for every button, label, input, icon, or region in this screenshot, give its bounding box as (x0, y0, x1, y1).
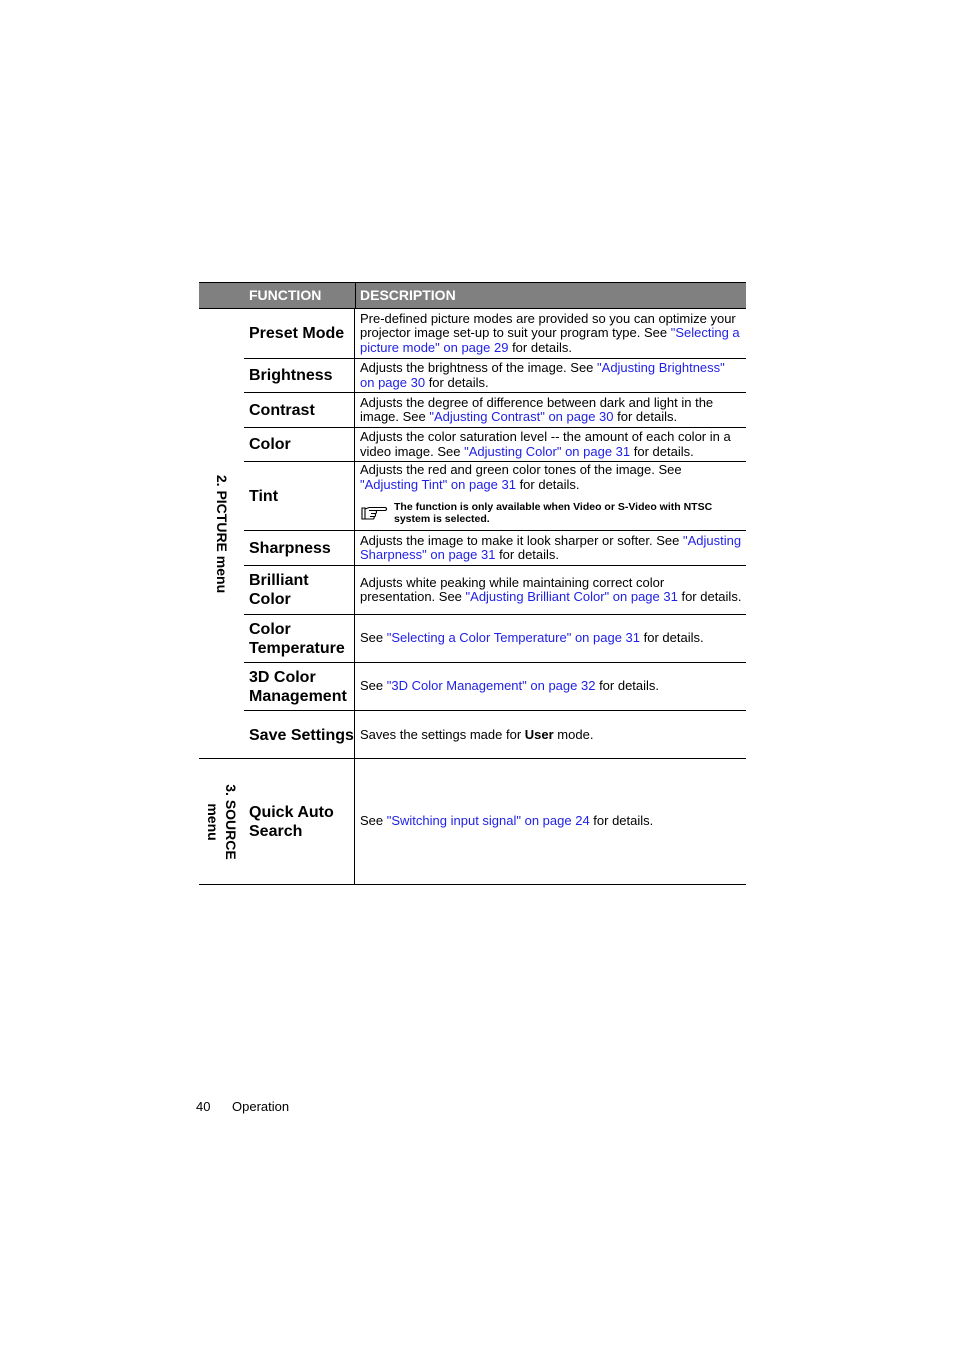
pointing-hand-icon (360, 501, 394, 525)
table-row: Save Settings Saves the settings made fo… (244, 711, 746, 759)
category-label-line: menu (204, 802, 221, 841)
description-text: See (360, 630, 387, 646)
function-name: Brilliant Color (244, 566, 355, 614)
note: The function is only available when Vide… (360, 501, 742, 525)
table-row: Brightness Adjusts the brightness of the… (244, 359, 746, 393)
function-name: Tint (244, 462, 355, 530)
description-text: for details. (515, 476, 580, 492)
function-name: Preset Mode (244, 309, 355, 358)
header-divider (355, 283, 356, 309)
cross-reference-link[interactable]: "3D Color Management" on page 32 (387, 678, 596, 694)
function-name: Sharpness (244, 531, 355, 565)
function-description: Adjusts the red and green color tones of… (356, 462, 746, 530)
cross-reference-link[interactable]: "Switching input signal" on page 24 (387, 813, 590, 829)
function-description: See "Selecting a Color Temperature" on p… (356, 615, 746, 662)
header-function: FUNCTION (249, 287, 322, 303)
description-text: Adjusts the red and green color tones of… (360, 462, 682, 477)
description-text: Saves the settings made for (360, 726, 525, 742)
function-name: 3D Color Management (244, 663, 355, 710)
description-text: Adjusts the brightness of the image. See (360, 360, 598, 375)
description-text: for details. (495, 547, 560, 562)
table-row: Color Temperature See "Selecting a Color… (244, 615, 746, 663)
function-description: Adjusts the image to make it look sharpe… (356, 531, 746, 565)
function-description: Adjusts the brightness of the image. See… (356, 359, 746, 392)
category-label: 2. PICTURE menu (213, 474, 230, 593)
cross-reference-link[interactable]: "Adjusting Brilliant Color" on page 31 (466, 589, 678, 604)
description-text: for details. (425, 374, 489, 390)
description-text: for details. (677, 589, 742, 604)
description-text: for details. (630, 443, 694, 459)
function-description: Pre-defined picture modes are provided s… (356, 309, 746, 358)
table-row: Preset Mode Pre-defined picture modes ar… (244, 309, 746, 359)
description-text: for details. (589, 813, 654, 829)
cross-reference-link[interactable]: "Adjusting Contrast" on page 30 (429, 409, 613, 424)
function-name: Color (244, 428, 355, 461)
description-text: mode. (553, 726, 594, 742)
function-name: Contrast (244, 393, 355, 427)
table-row: Contrast Adjusts the degree of differenc… (244, 393, 746, 428)
section-name: Operation (232, 1099, 290, 1114)
table-row: Color Adjusts the color saturation level… (244, 428, 746, 462)
mode-name: User (524, 726, 554, 742)
description-text: for details. (595, 678, 660, 694)
description-text: See (360, 678, 387, 694)
description-text: for details. (613, 409, 678, 424)
function-name: Brightness (244, 359, 355, 392)
category-source-menu: 3. SOURCE menu (199, 759, 244, 884)
table-header: FUNCTION DESCRIPTION (199, 282, 746, 309)
table-row: Sharpness Adjusts the image to make it l… (244, 531, 746, 566)
page-number: 40 (196, 1099, 211, 1114)
note-text: The function is only available when Vide… (394, 501, 713, 525)
description-text: for details. (640, 630, 704, 646)
function-name: Color Temperature (244, 615, 355, 662)
table-bottom-border (199, 884, 746, 885)
function-name: Save Settings (244, 711, 355, 759)
table-row: Brilliant Color Adjusts white peaking wh… (244, 566, 746, 615)
function-description: Adjusts the color saturation level -- th… (356, 428, 746, 461)
function-description: Adjusts the degree of difference between… (356, 393, 746, 427)
header-description: DESCRIPTION (360, 287, 456, 303)
function-name: Quick Auto Search (244, 759, 355, 884)
cross-reference-link[interactable]: "Adjusting Tint" on page 31 (360, 477, 516, 492)
function-description: See "Switching input signal" on page 24 … (356, 759, 746, 884)
function-description: Saves the settings made for User mode. (356, 711, 746, 759)
category-picture-menu: 2. PICTURE menu (199, 309, 244, 758)
function-description: See "3D Color Management" on page 32 for… (356, 663, 746, 710)
description-text: See (360, 813, 387, 829)
function-description: Adjusts white peaking while maintaining … (356, 566, 746, 614)
category-label: 3. SOURCE menu (204, 784, 240, 859)
table-row: 3D Color Management See "3D Color Manage… (244, 663, 746, 711)
cross-reference-link[interactable]: "Adjusting Color" on page 31 (464, 444, 630, 459)
table-row: Tint Adjusts the red and green color ton… (244, 462, 746, 531)
category-label-line: 3. SOURCE (222, 783, 239, 860)
description-text: for details. (508, 339, 573, 355)
description-text: Adjusts the image to make it look sharpe… (360, 532, 683, 548)
cross-reference-link[interactable]: "Selecting a Color Temperature" on page … (387, 630, 640, 646)
table-row: Quick Auto Search See "Switching input s… (244, 759, 746, 884)
